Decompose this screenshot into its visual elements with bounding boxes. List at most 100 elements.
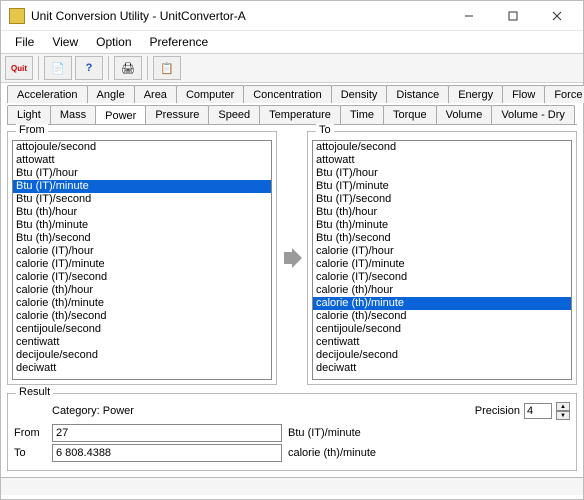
list-item[interactable]: Btu (IT)/minute xyxy=(313,180,571,193)
minimize-button[interactable] xyxy=(447,2,491,30)
tab-acceleration[interactable]: Acceleration xyxy=(7,85,88,103)
tab-time[interactable]: Time xyxy=(340,105,384,124)
list-item[interactable]: Btu (IT)/second xyxy=(313,193,571,206)
list-item[interactable]: decijoule/second xyxy=(313,349,571,362)
help-icon: ? xyxy=(86,62,93,74)
tab-distance[interactable]: Distance xyxy=(386,85,449,103)
window-controls xyxy=(447,2,579,30)
list-item[interactable]: Btu (th)/minute xyxy=(13,219,271,232)
list-item[interactable]: Btu (th)/minute xyxy=(313,219,571,232)
list-item[interactable]: Btu (th)/hour xyxy=(313,206,571,219)
arrow-right-icon xyxy=(282,248,302,268)
list-item[interactable]: attojoule/second xyxy=(313,141,571,154)
list-item[interactable]: centijoule/second xyxy=(313,323,571,336)
list-item[interactable]: calorie (IT)/hour xyxy=(13,245,271,258)
list-item[interactable]: calorie (IT)/second xyxy=(313,271,571,284)
list-item[interactable]: calorie (th)/minute xyxy=(313,297,571,310)
from-value-input[interactable] xyxy=(52,424,282,442)
copy-icon: 📋 xyxy=(160,62,174,75)
from-listbox[interactable]: attojoule/secondattowattBtu (IT)/hourBtu… xyxy=(12,140,272,380)
from-result-row: From Btu (IT)/minute xyxy=(14,424,570,442)
tab-energy[interactable]: Energy xyxy=(448,85,503,103)
list-item[interactable]: Btu (th)/second xyxy=(313,232,571,245)
copy-button[interactable]: 📋 xyxy=(153,56,181,80)
list-item[interactable]: Btu (th)/second xyxy=(13,232,271,245)
arrow-column xyxy=(281,131,303,385)
list-item[interactable]: decijoule/second xyxy=(13,349,271,362)
list-item[interactable]: calorie (th)/minute xyxy=(13,297,271,310)
tab-angle[interactable]: Angle xyxy=(87,85,135,103)
menu-file[interactable]: File xyxy=(7,33,42,51)
printer-icon: 🖨 xyxy=(121,62,135,75)
category-value: Power xyxy=(103,405,134,417)
tab-area[interactable]: Area xyxy=(134,85,177,103)
list-item[interactable]: deciwatt xyxy=(313,362,571,375)
category-text: Category: Power xyxy=(52,405,134,417)
list-item[interactable]: Btu (th)/hour xyxy=(13,206,271,219)
from-result-label: From xyxy=(14,427,46,439)
precision-down-button[interactable]: ▼ xyxy=(556,411,570,420)
list-item[interactable]: centijoule/second xyxy=(13,323,271,336)
list-item[interactable]: calorie (IT)/second xyxy=(13,271,271,284)
tab-force[interactable]: Force xyxy=(544,85,584,103)
tab-torque[interactable]: Torque xyxy=(383,105,437,124)
list-item[interactable]: Btu (IT)/hour xyxy=(313,167,571,180)
tab-mass[interactable]: Mass xyxy=(50,105,96,124)
tab-light[interactable]: Light xyxy=(7,105,51,124)
list-item[interactable]: attowatt xyxy=(313,154,571,167)
print-button[interactable]: 🖨 xyxy=(114,56,142,80)
tab-computer[interactable]: Computer xyxy=(176,85,244,103)
quit-button[interactable]: Quit xyxy=(5,56,33,80)
list-item[interactable]: calorie (IT)/minute xyxy=(13,258,271,271)
close-button[interactable] xyxy=(535,2,579,30)
list-item[interactable]: centiwatt xyxy=(13,336,271,349)
list-item[interactable]: Btu (IT)/minute xyxy=(13,180,271,193)
maximize-icon xyxy=(508,11,518,21)
to-group-label: To xyxy=(316,124,334,136)
open-button[interactable]: 📄 xyxy=(44,56,72,80)
tab-concentration[interactable]: Concentration xyxy=(243,85,332,103)
list-item[interactable]: calorie (th)/hour xyxy=(313,284,571,297)
list-item[interactable]: attojoule/second xyxy=(13,141,271,154)
precision-control: Precision ▲ ▼ xyxy=(475,402,570,420)
precision-up-button[interactable]: ▲ xyxy=(556,402,570,411)
list-item[interactable]: calorie (th)/second xyxy=(313,310,571,323)
tab-power[interactable]: Power xyxy=(95,105,146,124)
toolbar-separator xyxy=(108,56,109,80)
tab-volume-dry[interactable]: Volume - Dry xyxy=(491,105,575,124)
list-item[interactable]: calorie (IT)/minute xyxy=(313,258,571,271)
result-group-label: Result xyxy=(16,386,53,398)
help-button[interactable]: ? xyxy=(75,56,103,80)
menu-view[interactable]: View xyxy=(44,33,86,51)
category-tabs-row1: AccelerationAngleAreaComputerConcentrati… xyxy=(1,83,583,103)
precision-label: Precision xyxy=(475,405,520,417)
tab-pressure[interactable]: Pressure xyxy=(145,105,209,124)
list-item[interactable]: attowatt xyxy=(13,154,271,167)
menu-option[interactable]: Option xyxy=(88,33,139,51)
toolbar: Quit 📄 ? 🖨 📋 xyxy=(1,53,583,83)
precision-input[interactable] xyxy=(524,403,552,419)
from-group-label: From xyxy=(16,124,48,136)
menu-preference[interactable]: Preference xyxy=(142,33,217,51)
from-group: From attojoule/secondattowattBtu (IT)/ho… xyxy=(7,131,277,385)
list-item[interactable]: centiwatt xyxy=(313,336,571,349)
tab-flow[interactable]: Flow xyxy=(502,85,545,103)
tab-temperature[interactable]: Temperature xyxy=(259,105,341,124)
maximize-button[interactable] xyxy=(491,2,535,30)
minimize-icon xyxy=(464,11,474,21)
to-listbox[interactable]: attojoule/secondattowattBtu (IT)/hourBtu… xyxy=(312,140,572,380)
list-item[interactable]: calorie (th)/second xyxy=(13,310,271,323)
list-item[interactable]: Btu (IT)/second xyxy=(13,193,271,206)
document-icon: 📄 xyxy=(51,62,65,75)
tab-speed[interactable]: Speed xyxy=(208,105,260,124)
to-result-label: To xyxy=(14,447,46,459)
list-item[interactable]: deciwatt xyxy=(13,362,271,375)
list-item[interactable]: Btu (IT)/hour xyxy=(13,167,271,180)
tab-volume[interactable]: Volume xyxy=(436,105,493,124)
tab-density[interactable]: Density xyxy=(331,85,388,103)
list-item[interactable]: calorie (th)/hour xyxy=(13,284,271,297)
category-tabs-row2: LightMassPowerPressureSpeedTemperatureTi… xyxy=(1,103,583,124)
to-value-input[interactable] xyxy=(52,444,282,462)
category-row: Category: Power Precision ▲ ▼ xyxy=(14,402,570,420)
list-item[interactable]: calorie (IT)/hour xyxy=(313,245,571,258)
